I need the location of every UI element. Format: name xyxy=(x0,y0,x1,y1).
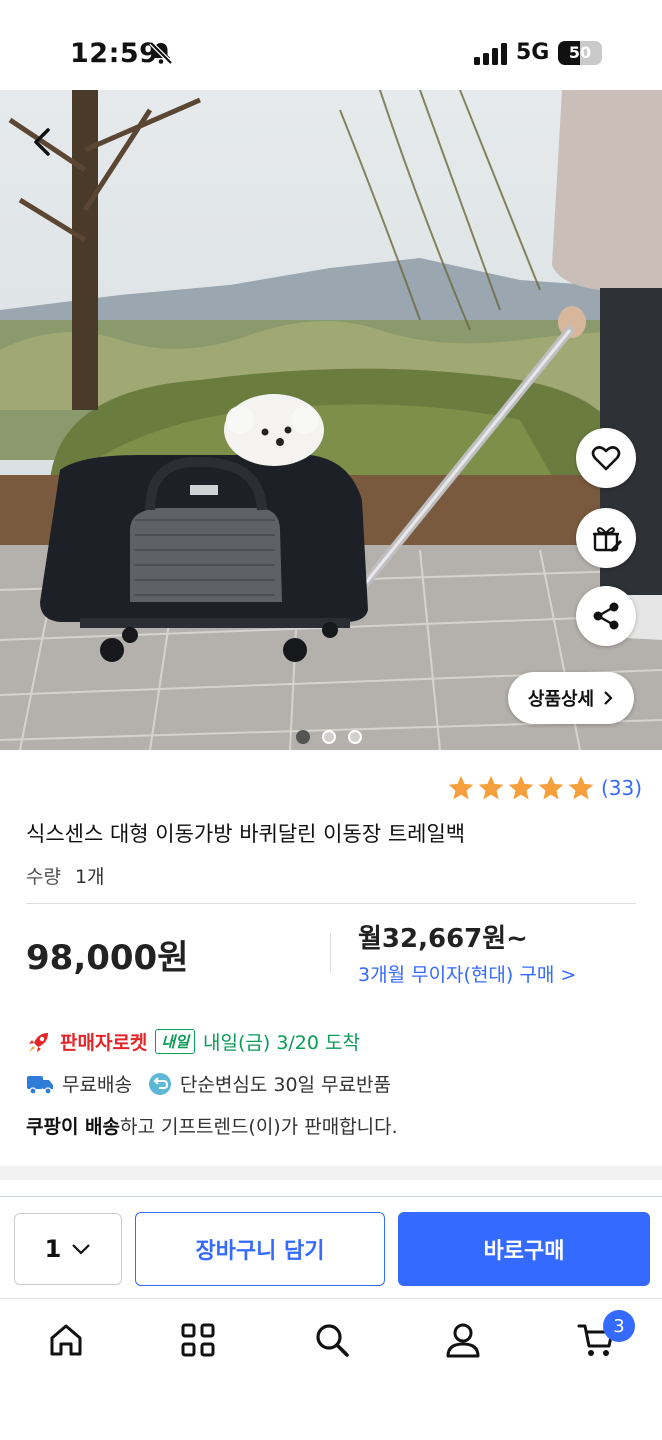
section-divider xyxy=(0,1166,662,1180)
category-grid-icon[interactable] xyxy=(178,1320,218,1360)
installment-link[interactable]: 3개월 무이자(현대) 구매 > xyxy=(358,960,576,987)
product-title: 식스센스 대형 이동가방 바퀴달린 이동장 트레일백 xyxy=(26,822,466,846)
product-detail-label: 상품상세 xyxy=(527,689,595,710)
divider xyxy=(0,1196,662,1197)
truck-icon xyxy=(27,1075,53,1095)
product-detail-button[interactable]: 상품상세 xyxy=(508,672,634,724)
shipping-info: 무료배송 단순변심도 30일 무료반품 xyxy=(26,1070,391,1097)
free-shipping-label: 무료배송 xyxy=(62,1074,132,1096)
quantity-info: 수량 1개 xyxy=(26,862,105,889)
pagination-dot[interactable] xyxy=(348,730,362,744)
status-time: 12:59 xyxy=(70,38,159,69)
monthly-price: 월32,667원~ xyxy=(358,924,528,954)
cart-count-badge: 3 xyxy=(603,1310,635,1342)
divider xyxy=(330,933,331,973)
delivery-info: 판매자로켓 내일 내일(금) 3/20 도착 xyxy=(26,1028,360,1055)
arrival-date: 내일(금) 3/20 도착 xyxy=(203,1032,360,1054)
seller-rest: 하고 기프트렌드(이)가 판매합니다. xyxy=(120,1116,398,1138)
rating-stars xyxy=(447,774,595,802)
share-button[interactable] xyxy=(576,586,636,646)
heart-icon xyxy=(591,446,621,471)
quantity-select[interactable]: 1 xyxy=(14,1213,122,1285)
signal-icon xyxy=(474,43,507,65)
star-icon xyxy=(448,775,474,800)
quantity-value: 1개 xyxy=(74,866,105,888)
search-icon[interactable] xyxy=(312,1320,352,1360)
gift-button[interactable] xyxy=(576,508,636,568)
review-count[interactable]: (33) xyxy=(601,776,642,800)
share-icon xyxy=(593,602,619,630)
chevron-right-icon xyxy=(604,691,613,705)
battery-label: 50 xyxy=(568,43,592,62)
quantity-select-value: 1 xyxy=(44,1235,62,1263)
bell-slash-icon xyxy=(149,41,173,65)
seller-bold: 쿠팡이 배송 xyxy=(26,1116,121,1138)
seller-info: 쿠팡이 배송하고 기프트렌드(이)가 판매합니다. xyxy=(26,1112,398,1139)
tomorrow-badge: 내일 xyxy=(155,1029,196,1054)
network-label: 5G xyxy=(516,40,550,65)
seller-rocket-label: 판매자로켓 xyxy=(60,1032,148,1054)
product-image-carousel[interactable]: 상품상세 xyxy=(0,90,662,750)
back-button[interactable] xyxy=(22,120,62,164)
free-return-label: 단순변심도 30일 무료반품 xyxy=(179,1074,391,1096)
divider xyxy=(26,903,636,904)
gift-icon xyxy=(593,527,623,553)
buy-now-button[interactable]: 바로구매 xyxy=(398,1212,650,1286)
chevron-down-icon xyxy=(72,1244,91,1255)
product-price: 98,000원 xyxy=(26,938,189,978)
rating[interactable]: (33) xyxy=(447,774,642,802)
star-icon xyxy=(478,775,504,800)
favorite-button[interactable] xyxy=(576,428,636,488)
quantity-label: 수량 xyxy=(26,866,61,888)
add-to-cart-button[interactable]: 장바구니 담기 xyxy=(135,1212,385,1286)
star-icon xyxy=(568,775,594,800)
rocket-icon xyxy=(29,1032,48,1052)
star-icon xyxy=(508,775,534,800)
carousel-pagination xyxy=(296,730,362,744)
status-bar: 12:59 5G 50 xyxy=(0,0,662,90)
user-icon[interactable] xyxy=(443,1320,483,1360)
pagination-dot[interactable] xyxy=(296,730,310,744)
divider xyxy=(0,1298,662,1299)
product-photo xyxy=(0,90,662,750)
battery-indicator: 50 xyxy=(558,41,602,65)
star-icon xyxy=(538,775,564,800)
home-icon[interactable] xyxy=(46,1320,86,1360)
return-icon xyxy=(148,1072,171,1095)
pagination-dot[interactable] xyxy=(322,730,336,744)
